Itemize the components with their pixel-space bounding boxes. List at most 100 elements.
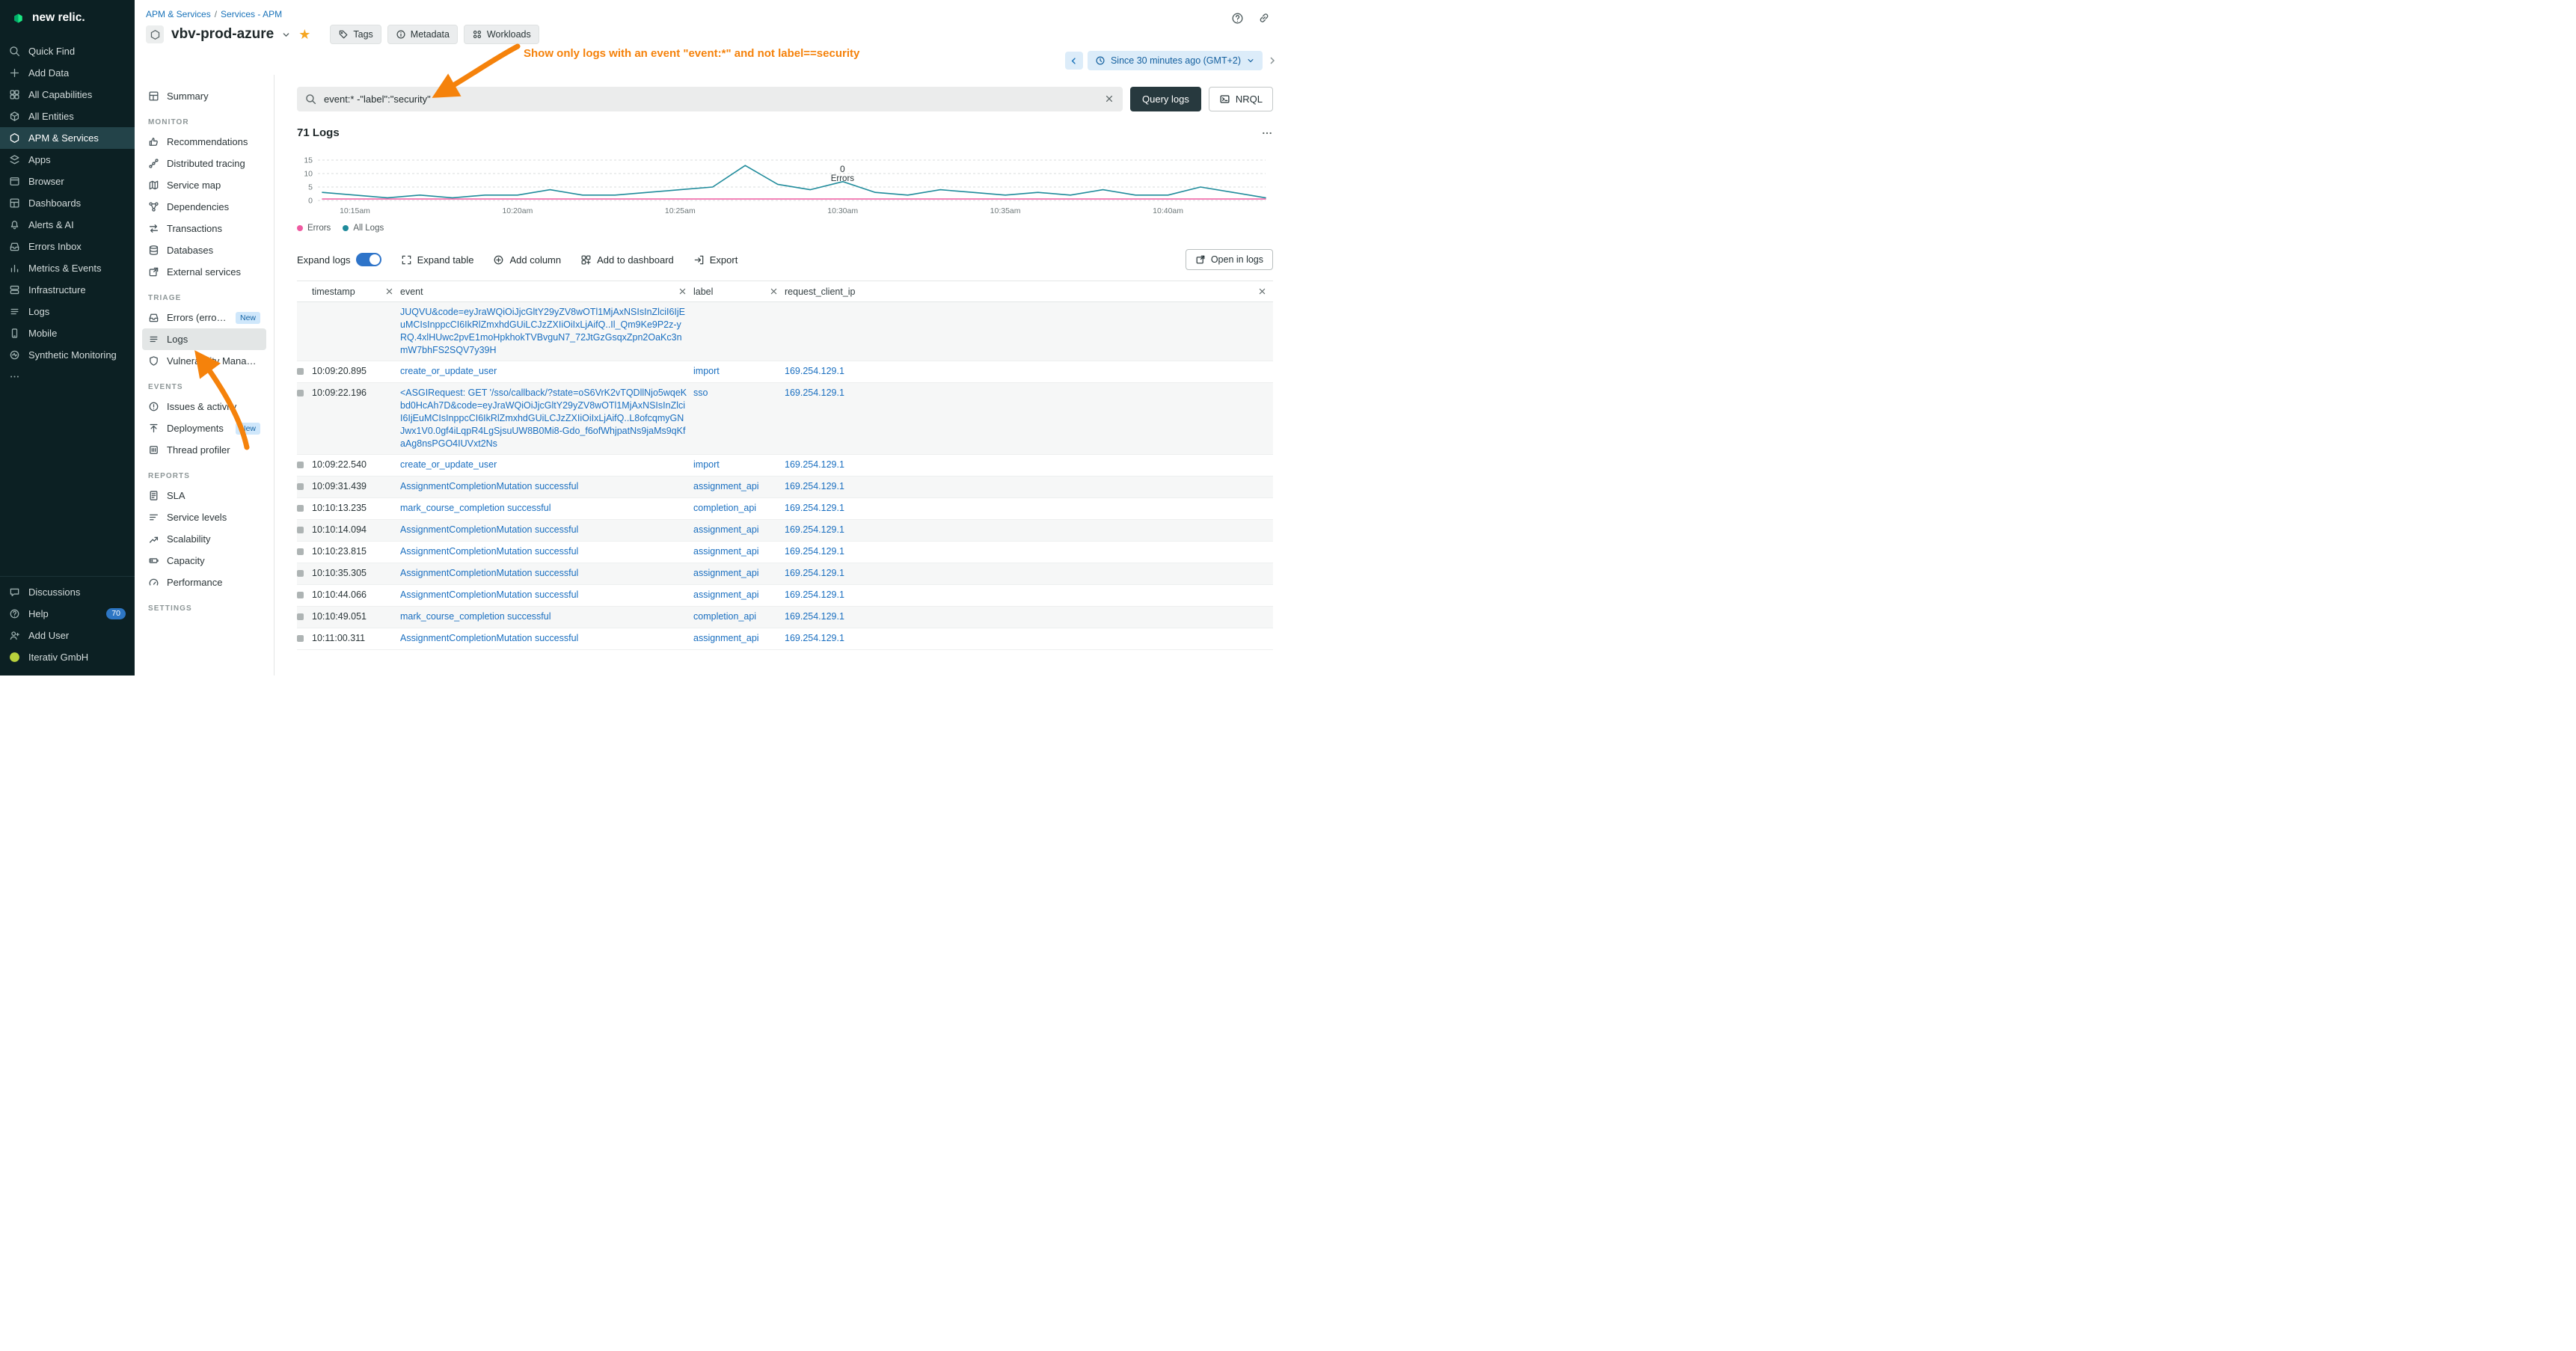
log-ip-link[interactable]: 169.254.129.1 bbox=[785, 459, 844, 470]
sidebar-item-distributed-tracing[interactable]: Distributed tracing bbox=[142, 153, 266, 174]
log-ip-link[interactable]: 169.254.129.1 bbox=[785, 546, 844, 557]
log-label-link[interactable]: completion_api bbox=[693, 503, 756, 513]
new-relic-logo[interactable]: new relic. bbox=[0, 0, 135, 36]
entity-dropdown-chevron-icon[interactable] bbox=[281, 30, 291, 40]
log-label-link[interactable]: assignment_api bbox=[693, 633, 759, 643]
sidebar-item-service-map[interactable]: Service map bbox=[142, 174, 266, 196]
sidebar-item-thread-profiler[interactable]: Thread profiler bbox=[142, 439, 266, 461]
log-event-link[interactable]: mark_course_completion successful bbox=[400, 503, 551, 513]
log-ip-link[interactable]: 169.254.129.1 bbox=[785, 387, 844, 398]
add-column-button[interactable]: Add column bbox=[493, 254, 561, 266]
log-label-link[interactable]: assignment_api bbox=[693, 589, 759, 600]
workloads-button[interactable]: Workloads bbox=[464, 25, 539, 44]
log-row[interactable]: 10:10:49.051 mark_course_completion succ… bbox=[297, 607, 1273, 628]
export-button[interactable]: Export bbox=[693, 254, 738, 266]
log-ip-link[interactable]: 169.254.129.1 bbox=[785, 366, 844, 376]
sidebar-item-iterativ-gmbh[interactable]: Iterativ GmbH bbox=[0, 646, 135, 668]
log-event-link[interactable]: create_or_update_user bbox=[400, 459, 497, 470]
log-ip-link[interactable]: 169.254.129.1 bbox=[785, 633, 844, 643]
sidebar-item-dashboards[interactable]: Dashboards bbox=[0, 192, 135, 214]
column-header-request-client-ip[interactable]: request_client_ip bbox=[785, 281, 1273, 302]
expand-table-button[interactable]: Expand table bbox=[401, 254, 474, 266]
log-row[interactable]: 10:10:35.305 AssignmentCompletionMutatio… bbox=[297, 563, 1273, 585]
sidebar-item-synthetic-monitoring[interactable]: Synthetic Monitoring bbox=[0, 344, 135, 366]
sidebar-item-performance[interactable]: Performance bbox=[142, 572, 266, 593]
sidebar-item-recommendations[interactable]: Recommendations bbox=[142, 131, 266, 153]
breadcrumb-services-apm[interactable]: Services - APM bbox=[221, 9, 282, 19]
remove-column-icon[interactable] bbox=[1257, 287, 1267, 296]
log-row[interactable]: 10:09:20.895 create_or_update_user impor… bbox=[297, 361, 1273, 383]
sidebar-item-dependencies[interactable]: Dependencies bbox=[142, 196, 266, 218]
sidebar-item-apps[interactable]: Apps bbox=[0, 149, 135, 171]
log-severity-marker-icon[interactable] bbox=[297, 462, 304, 468]
remove-column-icon[interactable] bbox=[769, 287, 779, 296]
log-ip-link[interactable]: 169.254.129.1 bbox=[785, 503, 844, 513]
log-event-link[interactable]: AssignmentCompletionMutation successful bbox=[400, 633, 578, 643]
sidebar-item-apm-services[interactable]: APM & Services bbox=[0, 127, 135, 149]
nrql-button[interactable]: NRQL bbox=[1209, 87, 1273, 111]
expand-logs-toggle[interactable]: Expand logs bbox=[297, 253, 381, 266]
remove-column-icon[interactable] bbox=[678, 287, 687, 296]
query-input[interactable] bbox=[297, 87, 1123, 111]
log-ip-link[interactable]: 169.254.129.1 bbox=[785, 481, 844, 491]
logs-timeline-chart[interactable]: 05101510:15am10:20am10:25am10:30am10:35a… bbox=[297, 148, 1273, 219]
log-row[interactable]: JUQVU&code=eyJraWQiOiJjcGltY29yZV8wOTl1M… bbox=[297, 302, 1273, 361]
sidebar-item-infrastructure[interactable]: Infrastructure bbox=[0, 279, 135, 301]
sidebar-item-service-levels[interactable]: Service levels bbox=[142, 506, 266, 528]
log-event-link[interactable]: AssignmentCompletionMutation successful bbox=[400, 524, 578, 535]
sidebar-item-summary[interactable]: Summary bbox=[142, 85, 266, 107]
log-row[interactable]: 10:10:13.235 mark_course_completion succ… bbox=[297, 498, 1273, 520]
log-event-link[interactable]: <ASGIRequest: GET '/sso/callback/?state=… bbox=[400, 387, 687, 449]
log-label-link[interactable]: import bbox=[693, 459, 720, 470]
column-header-label[interactable]: label bbox=[693, 281, 785, 302]
log-label-link[interactable]: completion_api bbox=[693, 611, 756, 622]
tags-button[interactable]: Tags bbox=[330, 25, 381, 44]
log-severity-marker-icon[interactable] bbox=[297, 548, 304, 555]
sidebar-item-alerts-ai[interactable]: Alerts & AI bbox=[0, 214, 135, 236]
help-circle-icon[interactable] bbox=[1228, 9, 1246, 27]
column-header-event[interactable]: event bbox=[400, 281, 693, 302]
log-severity-marker-icon[interactable] bbox=[297, 390, 304, 396]
sidebar-item-transactions[interactable]: Transactions bbox=[142, 218, 266, 239]
log-event-link[interactable]: AssignmentCompletionMutation successful bbox=[400, 546, 578, 557]
sidebar-item-logs[interactable]: Logs bbox=[142, 328, 266, 350]
sidebar-item-deployments[interactable]: Deployments New bbox=[142, 417, 266, 439]
sidebar-item-help[interactable]: Help 70 bbox=[0, 603, 135, 625]
log-event-link[interactable]: create_or_update_user bbox=[400, 366, 497, 376]
log-label-link[interactable]: sso bbox=[693, 387, 708, 398]
sidebar-item-capacity[interactable]: Capacity bbox=[142, 550, 266, 572]
sidebar-item-all-entities[interactable]: All Entities bbox=[0, 105, 135, 127]
sidebar-item-errors-errors-inb[interactable]: Errors (errors inb... New bbox=[142, 307, 266, 328]
log-row[interactable]: 10:10:23.815 AssignmentCompletionMutatio… bbox=[297, 542, 1273, 563]
column-header-timestamp[interactable]: timestamp bbox=[312, 281, 400, 302]
sidebar-item-discussions[interactable]: Discussions bbox=[0, 581, 135, 603]
sidebar-item-all-capabilities[interactable]: All Capabilities bbox=[0, 84, 135, 105]
log-event-link[interactable]: JUQVU&code=eyJraWQiOiJjcGltY29yZV8wOTl1M… bbox=[400, 307, 685, 355]
log-event-link[interactable]: mark_course_completion successful bbox=[400, 611, 551, 622]
sidebar-item-metrics-events[interactable]: Metrics & Events bbox=[0, 257, 135, 279]
sidebar-item-quick-find[interactable]: Quick Find bbox=[0, 40, 135, 62]
log-event-link[interactable]: AssignmentCompletionMutation successful bbox=[400, 589, 578, 600]
log-row[interactable]: 10:10:14.094 AssignmentCompletionMutatio… bbox=[297, 520, 1273, 542]
sidebar-item-add-data[interactable]: Add Data bbox=[0, 62, 135, 84]
sidebar-item-logs[interactable]: Logs bbox=[0, 301, 135, 322]
log-severity-marker-icon[interactable] bbox=[297, 368, 304, 375]
log-row[interactable]: 10:11:00.311 AssignmentCompletionMutatio… bbox=[297, 628, 1273, 650]
log-row[interactable]: 10:09:22.196 <ASGIRequest: GET '/sso/cal… bbox=[297, 383, 1273, 455]
clear-query-icon[interactable] bbox=[1104, 94, 1114, 106]
log-ip-link[interactable]: 169.254.129.1 bbox=[785, 589, 844, 600]
sidebar-item-errors-inbox[interactable]: Errors Inbox bbox=[0, 236, 135, 257]
log-label-link[interactable]: assignment_api bbox=[693, 481, 759, 491]
sidebar-item-dots[interactable] bbox=[0, 366, 135, 387]
sidebar-item-browser[interactable]: Browser bbox=[0, 171, 135, 192]
log-row[interactable]: 10:09:22.540 create_or_update_user impor… bbox=[297, 455, 1273, 477]
sidebar-item-mobile[interactable]: Mobile bbox=[0, 322, 135, 344]
log-severity-marker-icon[interactable] bbox=[297, 613, 304, 620]
sidebar-item-sla[interactable]: SLA bbox=[142, 485, 266, 506]
breadcrumb-apm-services[interactable]: APM & Services bbox=[146, 9, 211, 19]
log-severity-marker-icon[interactable] bbox=[297, 527, 304, 533]
query-logs-button[interactable]: Query logs bbox=[1130, 87, 1201, 111]
log-severity-marker-icon[interactable] bbox=[297, 570, 304, 577]
log-event-link[interactable]: AssignmentCompletionMutation successful bbox=[400, 481, 578, 491]
log-event-link[interactable]: AssignmentCompletionMutation successful bbox=[400, 568, 578, 578]
